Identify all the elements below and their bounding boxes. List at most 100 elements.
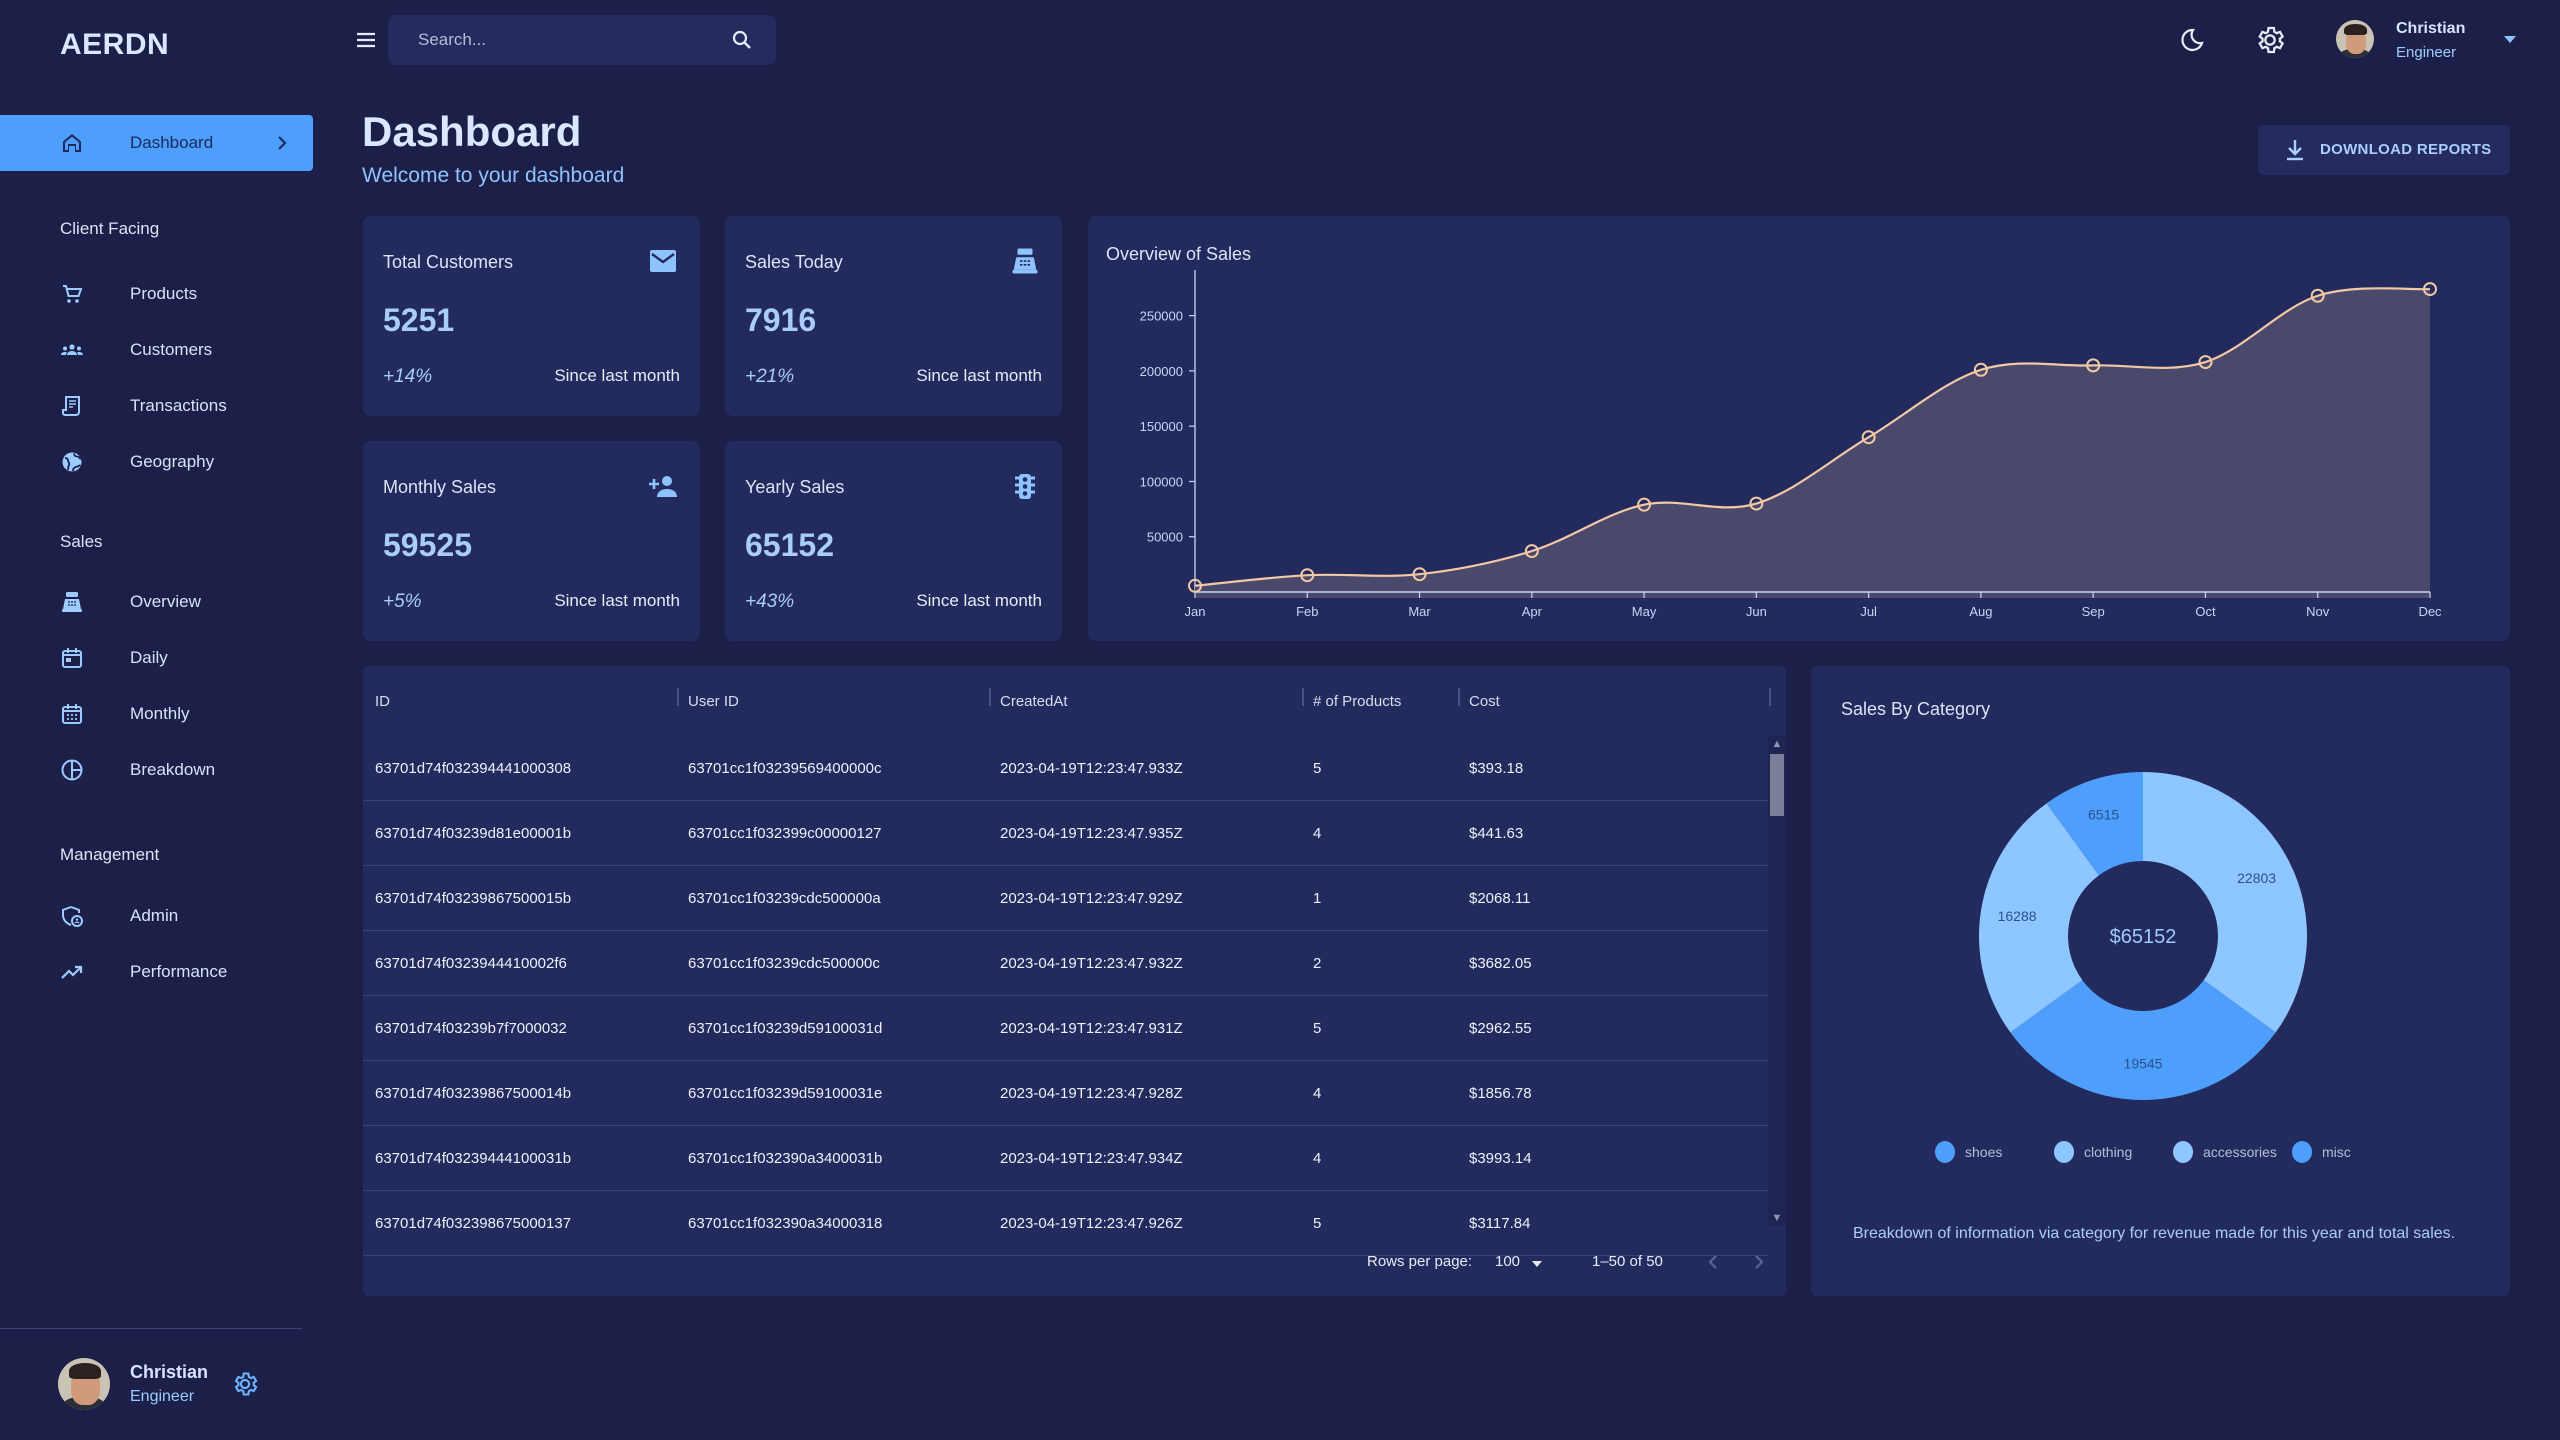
cell-id: 63701d74f032394441000308	[375, 760, 572, 777]
y-tick-label: 50000	[1147, 530, 1183, 545]
sidebar-item-products[interactable]: Products	[0, 270, 313, 318]
cell-cost: $3117.84	[1469, 1215, 1531, 1232]
point-of-sale-icon	[62, 592, 82, 612]
person-add-icon	[649, 476, 677, 497]
cell-cost: $3993.14	[1469, 1150, 1532, 1167]
column-header-created-at[interactable]: CreatedAt	[1000, 693, 1068, 710]
stat-description: Since last month	[554, 591, 680, 610]
donut-center-total: $65152	[2110, 926, 2177, 948]
column-separator[interactable]	[1302, 688, 1304, 706]
y-tick-label: 150000	[1140, 419, 1183, 434]
previous-page-icon[interactable]	[1703, 1250, 1723, 1274]
cell-created-at: 2023-04-19T12:23:47.934Z	[1000, 1150, 1183, 1167]
search-bar	[388, 15, 776, 65]
table-body: 63701d74f032394441000308 63701cc1f0323956…	[363, 736, 1768, 1256]
donut-slice-clothing[interactable]	[2143, 772, 2307, 1033]
table-row[interactable]: 63701d74f03239867500014b 63701cc1f03239d5…	[363, 1061, 1768, 1126]
cell-id: 63701d74f03239b7f7000032	[375, 1020, 567, 1037]
rows-per-page-value: 100	[1495, 1253, 1521, 1270]
scroll-down-icon[interactable]: ▼	[1770, 1210, 1784, 1226]
sidebar-item-performance[interactable]: Performance	[0, 948, 313, 996]
legend-label: misc	[2322, 1144, 2351, 1160]
sidebar-item-label: Customers	[130, 340, 213, 359]
sales-overview-card: Overview of Sales 50000 100000 150000 20000…	[1088, 216, 2510, 641]
dark-mode-icon[interactable]	[2175, 24, 2207, 56]
sidebar-item-transactions[interactable]: Transactions	[0, 382, 313, 430]
y-tick-label: 250000	[1140, 309, 1183, 324]
sidebar-divider	[0, 1328, 302, 1329]
sidebar-item-geography[interactable]: Geography	[0, 438, 313, 486]
cell-id: 63701d74f032398675000137	[375, 1215, 572, 1232]
x-tick-label: Jun	[1746, 604, 1767, 619]
x-tick-label: Aug	[1969, 604, 1992, 619]
stat-increase: +43%	[745, 591, 795, 612]
x-tick-label: Dec	[2418, 604, 2442, 619]
column-header-products[interactable]: # of Products	[1313, 693, 1401, 710]
sidebar-item-daily[interactable]: Daily	[0, 634, 313, 682]
search-input[interactable]	[418, 15, 718, 65]
column-separator[interactable]	[1458, 688, 1460, 706]
sales-line-chart: 50000 100000 150000 200000 250000 Jan Feb Mar Ap…	[1140, 270, 2442, 619]
settings-gear-icon[interactable]	[2254, 24, 2286, 56]
next-page-icon[interactable]	[1749, 1250, 1769, 1274]
sidebar-item-overview[interactable]: Overview	[0, 578, 313, 626]
slice-label: 22803	[2237, 870, 2276, 886]
sidebar-item-dashboard[interactable]: Dashboard	[0, 115, 313, 171]
table-row[interactable]: 63701d74f03239b7f7000032 63701cc1f03239d5…	[363, 996, 1768, 1061]
table-row[interactable]: 63701d74f032394441000308 63701cc1f0323956…	[363, 736, 1768, 801]
chart-description: Breakdown of information via category fo…	[1853, 1225, 2456, 1242]
sidebar-item-breakdown[interactable]: Breakdown	[0, 746, 313, 794]
stat-value: 65152	[745, 527, 834, 563]
table-row[interactable]: 63701d74f03239d81e00001b 63701cc1f032399c…	[363, 801, 1768, 866]
x-tick-label: Nov	[2306, 604, 2330, 619]
sidebar-item-label: Monthly	[130, 704, 190, 723]
scroll-up-icon[interactable]: ▲	[1770, 736, 1784, 752]
column-separator[interactable]	[989, 688, 991, 706]
stat-card-yearly-sales: Yearly Sales 65152 +43% Since last month	[725, 441, 1062, 641]
y-tick-label: 200000	[1140, 364, 1183, 379]
shopping-cart-icon	[63, 285, 83, 303]
column-header-user-id[interactable]: User ID	[688, 693, 739, 710]
x-tick-label: Jul	[1860, 604, 1877, 619]
cell-user-id: 63701cc1f03239cdc500000a	[688, 890, 881, 907]
app-logo[interactable]: AERDN	[60, 28, 169, 62]
sidebar-item-label: Overview	[130, 592, 201, 611]
stat-value: 59525	[383, 527, 472, 563]
sidebar-item-monthly[interactable]: Monthly	[0, 690, 313, 738]
cell-user-id: 63701cc1f03239d59100031d	[688, 1020, 883, 1037]
sidebar: AERDN Dashboard Client Facing Products C…	[0, 0, 313, 1440]
column-header-id[interactable]: ID	[375, 693, 390, 710]
category-donut-chart: 22803 19545 16288 6515 $65152	[1979, 772, 2307, 1100]
stat-increase: +21%	[745, 366, 795, 387]
sidebar-item-admin[interactable]: Admin	[0, 892, 313, 940]
column-separator[interactable]	[1769, 688, 1771, 706]
sidebar-item-customers[interactable]: Customers	[0, 326, 313, 374]
user-menu[interactable]: Christian Engineer	[2336, 18, 2536, 64]
cell-cost: $441.63	[1469, 825, 1524, 842]
gear-icon[interactable]	[231, 1370, 259, 1398]
caret-down-icon	[2504, 36, 2516, 43]
download-icon	[2287, 140, 2303, 161]
table-row[interactable]: 63701d74f032398675000137 63701cc1f032390a…	[363, 1191, 1768, 1256]
scrollbar-thumb[interactable]	[1770, 754, 1784, 816]
cell-cost: $2068.11	[1469, 890, 1531, 907]
legend-swatch	[2173, 1141, 2193, 1163]
stat-title: Sales Today	[745, 252, 843, 272]
cell-products: 4	[1313, 825, 1322, 842]
avatar[interactable]	[58, 1358, 110, 1410]
cell-id: 63701d74f03239867500014b	[375, 1085, 572, 1102]
sales-area	[1195, 288, 2430, 598]
table-row[interactable]: 63701d74f03239444100031b 63701cc1f032390a…	[363, 1126, 1768, 1191]
column-header-cost[interactable]: Cost	[1469, 693, 1500, 710]
page-subtitle: Welcome to your dashboard	[362, 164, 625, 187]
column-separator[interactable]	[677, 688, 679, 706]
slice-label: 6515	[2088, 807, 2119, 823]
rows-per-page-select[interactable]: 100	[1495, 1248, 1555, 1278]
table-row[interactable]: 63701d74f0323944410002f6 63701cc1f03239cd…	[363, 931, 1768, 996]
admin-shield-icon	[62, 906, 83, 927]
table-row[interactable]: 63701d74f03239867500015b 63701cc1f03239cd…	[363, 866, 1768, 931]
search-icon[interactable]	[730, 28, 754, 52]
menu-icon[interactable]	[354, 28, 378, 52]
download-reports-button[interactable]: DOWNLOAD REPORTS	[2258, 125, 2510, 175]
cell-user-id: 63701cc1f032399c00000127	[688, 825, 882, 842]
